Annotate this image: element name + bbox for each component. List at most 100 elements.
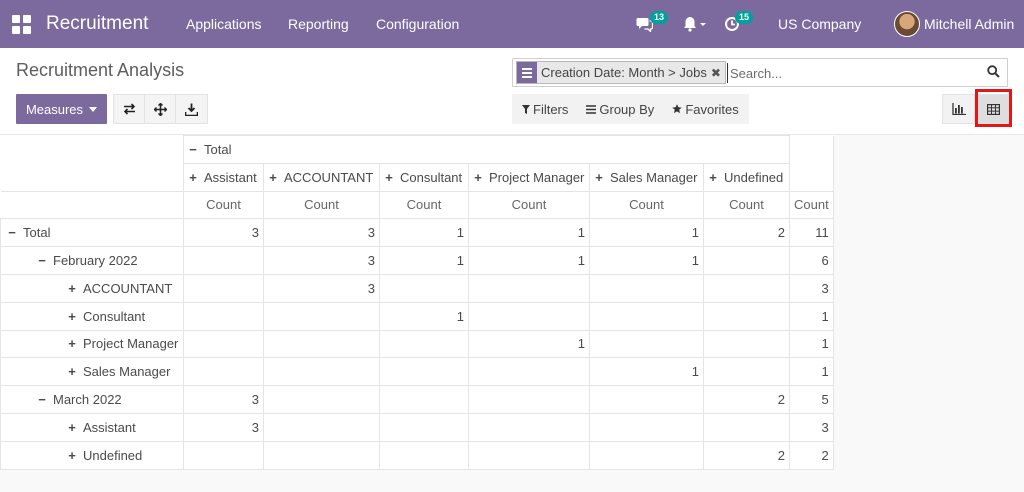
- measure-header[interactable]: Count: [379, 190, 469, 220]
- pivot-cell[interactable]: [468, 385, 590, 414]
- col-header-sales-manager[interactable]: + Sales Manager: [589, 162, 704, 192]
- row-header[interactable]: + Consultant: [0, 301, 184, 331]
- menu-configuration[interactable]: Configuration: [376, 0, 459, 48]
- pivot-cell[interactable]: 1: [589, 218, 704, 248]
- pivot-cell[interactable]: 2: [703, 218, 790, 248]
- pivot-row-total[interactable]: 2: [789, 440, 834, 470]
- col-header-project-manager[interactable]: + Project Manager: [468, 162, 590, 192]
- search-input[interactable]: [727, 63, 977, 83]
- menu-applications[interactable]: Applications: [186, 0, 262, 48]
- row-header[interactable]: − February 2022: [0, 246, 184, 275]
- measure-header[interactable]: Count: [263, 190, 380, 220]
- pivot-row-total[interactable]: 1: [789, 301, 834, 331]
- pivot-cell[interactable]: [379, 412, 469, 442]
- pivot-cell[interactable]: [703, 273, 790, 303]
- pivot-cell[interactable]: [183, 357, 264, 387]
- pivot-cell[interactable]: [183, 273, 264, 303]
- activities-icon[interactable]: [724, 0, 740, 48]
- filters-dropdown[interactable]: Filters: [512, 102, 568, 117]
- pivot-cell[interactable]: 2: [703, 385, 790, 414]
- col-header-accountant[interactable]: + ACCOUNTANT: [263, 162, 380, 192]
- pivot-cell[interactable]: [589, 301, 704, 331]
- app-brand[interactable]: Recruitment: [46, 0, 148, 48]
- pivot-cell[interactable]: [183, 440, 264, 470]
- pivot-cell[interactable]: [379, 273, 469, 303]
- pivot-cell[interactable]: [468, 440, 590, 470]
- pivot-cell[interactable]: 1: [468, 329, 590, 359]
- row-header[interactable]: − Total: [0, 218, 184, 248]
- pivot-cell[interactable]: [263, 357, 380, 387]
- pivot-cell[interactable]: [183, 246, 264, 275]
- pivot-cell[interactable]: [183, 329, 264, 359]
- pivot-cell[interactable]: [379, 440, 469, 470]
- row-header[interactable]: + ACCOUNTANT: [0, 273, 184, 303]
- pivot-cell[interactable]: [468, 357, 590, 387]
- pivot-cell[interactable]: [379, 329, 469, 359]
- pivot-row-total[interactable]: 3: [789, 412, 834, 442]
- pivot-row-total[interactable]: 3: [789, 273, 834, 303]
- download-button[interactable]: [176, 95, 207, 123]
- pivot-row-total[interactable]: 6: [789, 246, 834, 275]
- pivot-row-total[interactable]: 5: [789, 385, 834, 414]
- apps-menu-icon[interactable]: [12, 0, 34, 48]
- pivot-cell[interactable]: [703, 246, 790, 275]
- pivot-cell[interactable]: [263, 385, 380, 414]
- pivot-cell[interactable]: [589, 273, 704, 303]
- row-header[interactable]: + Assistant: [0, 412, 184, 442]
- col-header-consultant[interactable]: + Consultant: [379, 162, 469, 192]
- pivot-cell[interactable]: [468, 273, 590, 303]
- pivot-cell[interactable]: 3: [263, 218, 380, 248]
- pivot-cell[interactable]: [468, 301, 590, 331]
- pivot-cell[interactable]: [703, 357, 790, 387]
- pivot-cell[interactable]: [263, 412, 380, 442]
- measure-header[interactable]: Count: [789, 190, 834, 220]
- search-icon[interactable]: [987, 65, 1001, 79]
- expand-all-button[interactable]: [145, 95, 176, 123]
- measure-header[interactable]: Count: [468, 190, 590, 220]
- pivot-cell[interactable]: [468, 412, 590, 442]
- facet-remove-icon[interactable]: ✖: [711, 62, 725, 83]
- flip-axis-button[interactable]: [114, 95, 145, 123]
- pivot-cell[interactable]: 1: [379, 218, 469, 248]
- pivot-cell[interactable]: 1: [379, 301, 469, 331]
- pivot-cell[interactable]: [703, 301, 790, 331]
- pivot-cell[interactable]: [589, 412, 704, 442]
- col-header-total[interactable]: − Total: [183, 135, 790, 164]
- col-header-undefined[interactable]: + Undefined: [703, 162, 790, 192]
- pivot-cell[interactable]: [589, 385, 704, 414]
- user-name[interactable]: Mitchell Admin: [924, 0, 1014, 48]
- pivot-row-total[interactable]: 1: [789, 357, 834, 387]
- pivot-cell[interactable]: 1: [468, 246, 590, 275]
- pivot-cell[interactable]: [379, 357, 469, 387]
- search-facet[interactable]: Creation Date: Month > Jobs ✖: [516, 61, 726, 84]
- user-avatar[interactable]: [894, 0, 920, 48]
- company-switcher[interactable]: US Company: [778, 0, 861, 48]
- pivot-cell[interactable]: 3: [183, 385, 264, 414]
- row-header[interactable]: − March 2022: [0, 385, 184, 414]
- measures-dropdown-button[interactable]: Measures: [16, 94, 107, 124]
- pivot-cell[interactable]: 1: [589, 357, 704, 387]
- measure-header[interactable]: Count: [589, 190, 704, 220]
- menu-reporting[interactable]: Reporting: [288, 0, 349, 48]
- favorites-dropdown[interactable]: Favorites: [654, 102, 739, 117]
- pivot-cell[interactable]: [379, 385, 469, 414]
- pivot-cell[interactable]: [703, 412, 790, 442]
- measure-header[interactable]: Count: [183, 190, 264, 220]
- pivot-row-total[interactable]: 1: [789, 329, 834, 359]
- row-header[interactable]: + Project Manager: [0, 329, 184, 359]
- pivot-cell[interactable]: [703, 329, 790, 359]
- measure-header[interactable]: Count: [703, 190, 790, 220]
- pivot-cell[interactable]: 2: [703, 440, 790, 470]
- pivot-cell[interactable]: [263, 440, 380, 470]
- groupby-dropdown[interactable]: Group By: [568, 102, 654, 117]
- pivot-cell[interactable]: 3: [263, 273, 380, 303]
- pivot-cell[interactable]: [263, 301, 380, 331]
- row-header[interactable]: + Undefined: [0, 440, 184, 470]
- pivot-cell[interactable]: 3: [263, 246, 380, 275]
- pivot-cell[interactable]: [589, 440, 704, 470]
- messages-icon[interactable]: [636, 0, 653, 48]
- graph-view-button[interactable]: [942, 94, 975, 124]
- pivot-cell[interactable]: 3: [183, 218, 264, 248]
- pivot-cell[interactable]: 1: [589, 246, 704, 275]
- pivot-cell[interactable]: 3: [183, 412, 264, 442]
